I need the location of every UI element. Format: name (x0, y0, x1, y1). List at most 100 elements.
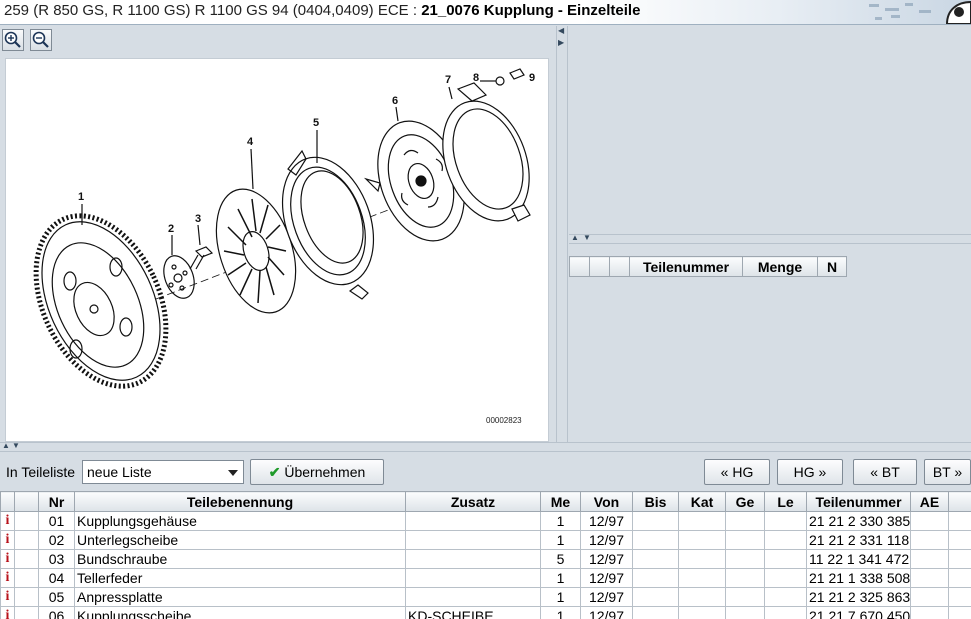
cell-kat (678, 549, 726, 569)
col-header-le[interactable]: Le (764, 491, 807, 512)
right-bottom-pane: Teilenummer Menge N (569, 246, 971, 434)
page-title: 259 (R 850 GS, R 1100 GS) R 1100 GS 94 (… (4, 2, 640, 19)
cell-zusatz (405, 568, 541, 588)
hg-previous-button[interactable]: « HG (704, 459, 770, 485)
col-header-blank[interactable] (589, 256, 610, 277)
info-icon[interactable]: i (0, 511, 15, 531)
collapse-down-icon[interactable]: ▼ (12, 441, 20, 450)
table-cell (14, 587, 39, 607)
col-header-nr[interactable]: Nr (38, 491, 75, 512)
bt-next-button[interactable]: BT » (924, 459, 971, 485)
info-icon[interactable]: i (0, 549, 15, 569)
col-header-zusatz[interactable]: Zusatz (405, 491, 541, 512)
cell-ge (725, 587, 765, 607)
cell-zusatz (405, 511, 541, 531)
callout-2[interactable]: 2 (168, 223, 174, 235)
cell-ae (910, 530, 949, 550)
col-header-bis[interactable]: Bis (632, 491, 679, 512)
info-icon[interactable]: i (0, 587, 15, 607)
cell-nr: 04 (38, 568, 75, 588)
table-row[interactable]: i 01 Kupplungsgehäuse 1 12/97 21 21 2 33… (0, 511, 971, 531)
parts-list-select[interactable]: neue Liste (82, 460, 244, 484)
col-header-blank[interactable] (14, 491, 39, 512)
info-icon[interactable]: i (0, 606, 15, 619)
table-cell (948, 587, 971, 607)
callout-1[interactable]: 1 (78, 191, 84, 203)
bt-next-label: BT » (932, 464, 963, 480)
col-header-menge[interactable]: Menge (742, 256, 818, 277)
cell-le (764, 568, 807, 588)
zoom-in-button[interactable] (2, 29, 24, 51)
col-header-blank[interactable] (569, 256, 590, 277)
col-header-teilebenennung[interactable]: Teilebenennung (74, 491, 406, 512)
info-icon[interactable]: i (0, 530, 15, 550)
vertical-splitter[interactable]: ◀ ▶ (556, 26, 568, 442)
checkmark-icon: ✔ (268, 464, 281, 480)
washer-part (163, 255, 195, 299)
col-header-n[interactable]: N (817, 256, 847, 277)
table-cell (948, 606, 971, 619)
callout-7[interactable]: 7 (445, 74, 451, 86)
parts-list-value: neue Liste (87, 464, 152, 480)
callout-3[interactable]: 3 (195, 213, 201, 225)
collapse-right-icon[interactable]: ▶ (558, 38, 564, 47)
cell-ae (910, 549, 949, 569)
callout-8[interactable]: 8 (473, 72, 479, 84)
col-header-icon[interactable] (0, 491, 15, 512)
cell-me: 1 (540, 587, 581, 607)
cell-ae (910, 606, 949, 619)
flywheel-part (33, 213, 169, 389)
collapse-down-icon[interactable]: ▼ (583, 233, 591, 242)
bt-previous-button[interactable]: « BT (853, 459, 917, 485)
main-horizontal-splitter[interactable]: ▲ ▼ (0, 441, 971, 452)
table-row[interactable]: i 06 Kupplungsscheibe KD-SCHEIBE 1 12/97… (0, 606, 971, 619)
col-header-blank[interactable] (609, 256, 630, 277)
callout-5[interactable]: 5 (313, 117, 319, 129)
collapse-up-icon[interactable]: ▲ (571, 233, 579, 242)
cell-le (764, 511, 807, 531)
info-icon[interactable]: i (0, 568, 15, 588)
cell-nr: 06 (38, 606, 75, 619)
cell-teilenummer: 21 21 2 331 118 (806, 530, 911, 550)
callout-6[interactable]: 6 (392, 95, 398, 107)
cell-me: 1 (540, 511, 581, 531)
cell-me: 1 (540, 606, 581, 619)
col-header-kat[interactable]: Kat (678, 491, 726, 512)
exploded-diagram[interactable]: 1 2 3 4 5 6 7 8 9 00002823 (5, 58, 549, 442)
table-row[interactable]: i 03 Bundschraube 5 12/97 11 22 1 341 47… (0, 549, 971, 569)
uebernehmen-button[interactable]: ✔ Übernehmen (250, 459, 384, 485)
col-header-blank[interactable] (948, 491, 971, 512)
col-header-von[interactable]: Von (580, 491, 633, 512)
parts-table: Nr Teilebenennung Zusatz Me Von Bis Kat … (0, 491, 971, 619)
cell-nr: 02 (38, 530, 75, 550)
cell-ae (910, 587, 949, 607)
col-header-teilenummer[interactable]: Teilenummer (629, 256, 743, 277)
cell-teilenummer: 21 21 2 330 385 (806, 511, 911, 531)
cell-bis (632, 568, 679, 588)
table-row[interactable]: i 02 Unterlegscheibe 1 12/97 21 21 2 331… (0, 530, 971, 550)
col-header-ge[interactable]: Ge (725, 491, 765, 512)
title-prefix: 259 (R 850 GS, R 1100 GS) R 1100 GS 94 (… (4, 2, 422, 19)
table-cell (14, 530, 39, 550)
cell-bis (632, 511, 679, 531)
right-horizontal-splitter[interactable]: ▲ ▼ (569, 233, 971, 244)
table-row[interactable]: i 05 Anpressplatte 1 12/97 21 21 2 325 8… (0, 587, 971, 607)
collapse-left-icon[interactable]: ◀ (558, 26, 564, 35)
cell-teilenummer: 21 21 7 670 450 (806, 606, 911, 619)
table-cell (14, 511, 39, 531)
collapse-up-icon[interactable]: ▲ (2, 441, 10, 450)
selected-parts-table: Teilenummer Menge N (569, 256, 847, 277)
col-header-ae[interactable]: AE (910, 491, 949, 512)
hg-next-button[interactable]: HG » (777, 459, 843, 485)
cell-bis (632, 530, 679, 550)
cell-ae (910, 511, 949, 531)
col-header-me[interactable]: Me (540, 491, 581, 512)
col-header-teilenummer[interactable]: Teilenummer (806, 491, 911, 512)
table-row[interactable]: i 04 Tellerfeder 1 12/97 21 21 1 338 508 (0, 568, 971, 588)
cell-le (764, 606, 807, 619)
cell-nr: 01 (38, 511, 75, 531)
zoom-out-button[interactable] (30, 29, 52, 51)
callout-9[interactable]: 9 (529, 72, 535, 84)
callout-4[interactable]: 4 (247, 136, 254, 148)
cell-kat (678, 511, 726, 531)
